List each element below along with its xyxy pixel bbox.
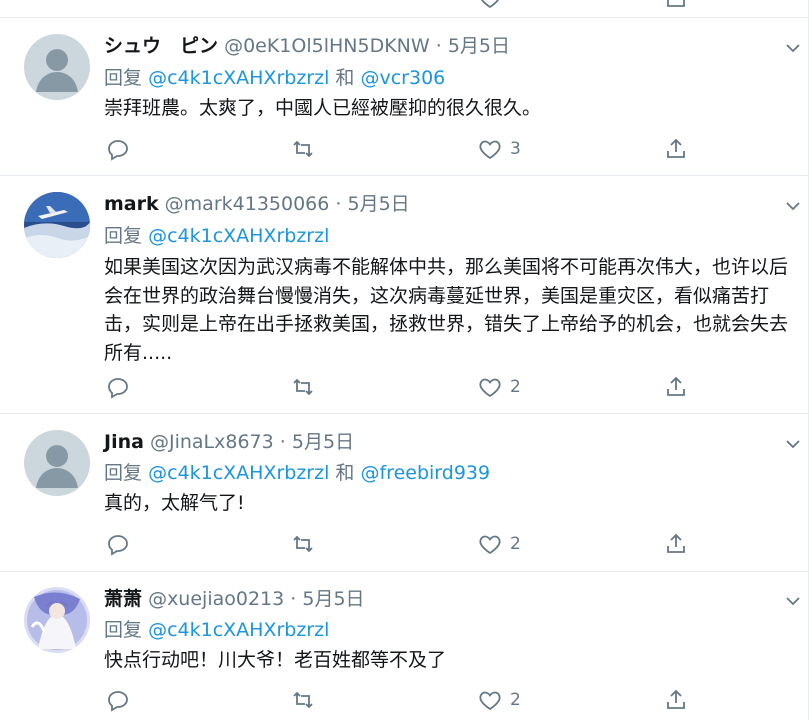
reply-context: 回复 @c4k1cXAHXrbzrzl xyxy=(104,223,329,249)
share-icon xyxy=(667,689,685,709)
like-count: 2 xyxy=(510,377,521,397)
tweet-header: mark @mark41350066 · 5月5日 xyxy=(104,192,410,216)
reply-icon xyxy=(108,535,128,556)
default-avatar[interactable] xyxy=(24,430,90,496)
reply-prefix: 回复 xyxy=(104,619,143,641)
user-handle[interactable]: @0eK1Ol5lHN5DKNW xyxy=(224,35,430,57)
tweet-header: シュウ ピン @0eK1Ol5lHN5DKNW · 5月5日 xyxy=(104,34,510,58)
heart-icon[interactable] xyxy=(478,0,502,10)
default-avatar[interactable] xyxy=(24,34,90,100)
reply-context: 回复 @c4k1cXAHXrbzrzl 和 @freebird939 xyxy=(104,460,490,486)
heart-icon xyxy=(479,140,501,160)
chevron-down-icon[interactable] xyxy=(783,196,803,216)
tweet-date[interactable]: 5月5日 xyxy=(448,35,510,57)
retweet-icon xyxy=(293,140,313,158)
user-handle[interactable]: @JinaLx8673 xyxy=(150,431,274,453)
display-name[interactable]: Jina xyxy=(104,431,144,453)
retweet-icon xyxy=(293,535,313,553)
reply-mention-link[interactable]: @c4k1cXAHXrbzrzl xyxy=(148,67,329,89)
reply-icon xyxy=(108,378,128,399)
tweet-text: 快点行动吧！川大爷！老百姓都等不及了 xyxy=(104,649,447,671)
previous-tweet-actions xyxy=(0,0,809,18)
like-count: 2 xyxy=(510,690,521,710)
share-icon[interactable] xyxy=(664,0,688,10)
reply-icon xyxy=(108,691,128,712)
chevron-down-icon[interactable] xyxy=(783,591,803,611)
display-name[interactable]: 萧萧 xyxy=(104,588,142,610)
retweet-button[interactable] xyxy=(291,375,315,399)
tweet-date[interactable]: 5月5日 xyxy=(292,431,354,453)
user-handle[interactable]: @xuejiao0213 xyxy=(148,588,284,610)
reply-button[interactable] xyxy=(106,375,130,399)
reply-mention-link[interactable]: @freebird939 xyxy=(360,462,490,484)
separator-dot: · xyxy=(335,193,342,215)
reply-button[interactable] xyxy=(106,688,130,712)
reply-prefix: 回复 xyxy=(104,462,143,484)
share-icon xyxy=(667,138,685,158)
reply-join: 和 xyxy=(335,67,355,89)
reply-mention-link[interactable]: @c4k1cXAHXrbzrzl xyxy=(148,462,329,484)
heart-icon xyxy=(479,691,501,711)
like-button[interactable]: 3 xyxy=(478,137,521,161)
tweet-text: 真的，太解气了! xyxy=(104,492,245,514)
tweet-header: Jina @JinaLx8673 · 5月5日 xyxy=(104,430,354,454)
share-button[interactable] xyxy=(664,532,688,556)
user-handle[interactable]: @mark41350066 xyxy=(165,193,330,215)
share-icon xyxy=(667,376,685,396)
reply-context: 回复 @c4k1cXAHXrbzrzl xyxy=(104,617,329,643)
tweet-date[interactable]: 5月5日 xyxy=(302,588,364,610)
reply-mention-link[interactable]: @vcr306 xyxy=(360,67,445,89)
retweet-button[interactable] xyxy=(291,688,315,712)
tweet-header: 萧萧 @xuejiao0213 · 5月5日 xyxy=(104,587,365,611)
like-count: 2 xyxy=(510,534,521,554)
tweet-feed: シュウ ピン @0eK1Ol5lHN5DKNW · 5月5日 回复 @c4k1c… xyxy=(0,0,809,720)
tweet[interactable]: mark @mark41350066 · 5月5日 回复 @c4k1cXAHXr… xyxy=(0,176,809,414)
display-name[interactable]: シュウ ピン xyxy=(104,35,218,57)
retweet-button[interactable] xyxy=(291,532,315,556)
separator-dot: · xyxy=(435,35,442,57)
share-button[interactable] xyxy=(664,137,688,161)
reply-button[interactable] xyxy=(106,532,130,556)
separator-dot: · xyxy=(290,588,297,610)
chevron-down-icon[interactable] xyxy=(783,38,803,58)
tweet[interactable]: シュウ ピン @0eK1Ol5lHN5DKNW · 5月5日 回复 @c4k1c… xyxy=(0,18,809,176)
tweet-date[interactable]: 5月5日 xyxy=(348,193,410,215)
reply-join: 和 xyxy=(335,462,355,484)
chevron-down-icon[interactable] xyxy=(783,434,803,454)
like-button[interactable]: 2 xyxy=(478,375,521,399)
reply-mention-link[interactable]: @c4k1cXAHXrbzrzl xyxy=(148,619,329,641)
reply-button[interactable] xyxy=(106,137,130,161)
reply-prefix: 回复 xyxy=(104,67,143,89)
tweet-text: 崇拜班農。太爽了，中國人已經被壓抑的很久很久。 xyxy=(104,97,542,119)
share-button[interactable] xyxy=(664,688,688,712)
heart-icon xyxy=(479,378,501,398)
retweet-button[interactable] xyxy=(291,137,315,161)
heart-icon xyxy=(479,535,501,555)
share-button[interactable] xyxy=(664,375,688,399)
tweet-text: 如果美国这次因为武汉病毒不能解体中共，那么美国将不可能再次伟大，也许以后会在世界… xyxy=(104,256,789,364)
reply-prefix: 回复 xyxy=(104,225,143,247)
reply-context: 回复 @c4k1cXAHXrbzrzl 和 @vcr306 xyxy=(104,65,445,91)
tweet[interactable]: 萧萧 @xuejiao0213 · 5月5日 回复 @c4k1cXAHXrbzr… xyxy=(0,572,809,720)
like-count: 3 xyxy=(510,139,521,159)
retweet-icon xyxy=(293,691,313,709)
retweet-icon xyxy=(293,378,313,396)
like-button[interactable]: 2 xyxy=(478,532,521,556)
reply-icon xyxy=(108,140,128,161)
tweet[interactable]: Jina @JinaLx8673 · 5月5日 回复 @c4k1cXAHXrbz… xyxy=(0,414,809,572)
anime-figure-avatar[interactable] xyxy=(24,587,90,653)
reply-mention-link[interactable]: @c4k1cXAHXrbzrzl xyxy=(148,225,329,247)
share-icon xyxy=(667,533,685,553)
airplane-photo-avatar[interactable] xyxy=(24,192,90,258)
display-name[interactable]: mark xyxy=(104,193,159,215)
separator-dot: · xyxy=(279,431,286,453)
like-button[interactable]: 2 xyxy=(478,688,521,712)
